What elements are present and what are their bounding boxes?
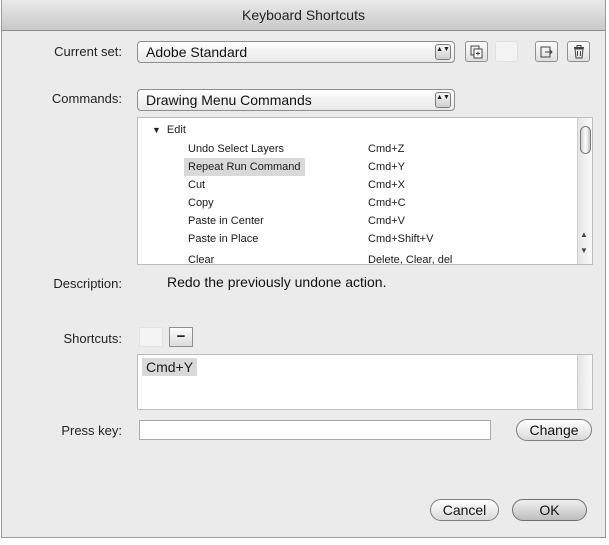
list-item[interactable]: Paste in Place Cmd+Shift+V	[188, 230, 568, 248]
change-button[interactable]: Change	[516, 419, 592, 441]
ok-button[interactable]: OK	[512, 499, 587, 521]
current-set-label: Current set:	[54, 44, 122, 59]
press-key-label: Press key:	[61, 423, 122, 438]
commands-label: Commands:	[51, 91, 122, 106]
command-shortcut: Cmd+V	[368, 215, 405, 227]
scrollbar-thumb[interactable]	[580, 126, 591, 154]
command-name: Undo Select Layers	[188, 143, 284, 155]
list-item[interactable]: Paste in Center Cmd+V	[188, 212, 568, 230]
scroll-down-arrow-icon[interactable]: ▼	[580, 246, 588, 255]
add-shortcut-button[interactable]: +	[139, 327, 163, 347]
list-item[interactable]: Clear Delete, Clear, del	[188, 251, 568, 265]
command-shortcut: Cmd+X	[368, 179, 405, 191]
description-text: Redo the previously undone action.	[167, 274, 387, 290]
export-set-icon	[540, 46, 553, 58]
keyboard-shortcuts-dialog: Keyboard Shortcuts Current set: Adobe St…	[1, 0, 606, 538]
command-name: Paste in Place	[188, 233, 259, 245]
list-item[interactable]: Cut Cmd+X	[188, 176, 568, 194]
shortcuts-scrollbar[interactable]	[577, 355, 592, 409]
window-title: Keyboard Shortcuts	[2, 0, 605, 31]
remove-shortcut-button[interactable]: −	[169, 327, 193, 347]
disclosure-triangle-icon[interactable]: ▼	[152, 125, 161, 135]
shortcut-entry[interactable]: Cmd+Y	[142, 358, 198, 376]
current-set-value: Adobe Standard	[146, 44, 248, 60]
list-item[interactable]: Undo Select Layers Cmd+Z	[188, 140, 568, 158]
delete-set-button[interactable]	[567, 41, 590, 62]
export-set-button[interactable]	[535, 41, 558, 62]
command-shortcut: Cmd+Y	[368, 161, 405, 173]
command-name: Copy	[188, 197, 214, 209]
commands-popup[interactable]: Drawing Menu Commands ▲▼	[137, 89, 455, 111]
command-shortcut: Cmd+Shift+V	[368, 233, 434, 245]
command-shortcut: Cmd+Z	[368, 143, 405, 155]
list-item-selected[interactable]: Repeat Run Command Cmd+Y	[184, 158, 568, 176]
commands-stepper-icon: ▲▼	[435, 92, 451, 108]
command-name: Cut	[188, 179, 206, 191]
duplicate-set-button[interactable]	[465, 41, 488, 62]
trash-icon	[574, 45, 584, 59]
commands-value: Drawing Menu Commands	[146, 92, 312, 108]
commands-list[interactable]: ▼ Edit Undo Select Layers Cmd+Z Repeat Ru…	[137, 117, 593, 265]
command-shortcut: Cmd+C	[368, 197, 406, 209]
scroll-up-arrow-icon[interactable]: ▲	[580, 230, 588, 239]
list-item[interactable]: Copy Cmd+C	[188, 194, 568, 212]
current-set-popup[interactable]: Adobe Standard ▲▼	[137, 41, 455, 63]
duplicate-set-icon	[470, 45, 483, 59]
press-key-field[interactable]	[139, 420, 491, 440]
command-shortcut: Delete, Clear, del	[368, 254, 453, 265]
command-name: Paste in Center	[188, 215, 264, 227]
shortcuts-list[interactable]: Cmd+Y	[137, 354, 593, 410]
description-label: Description:	[53, 276, 122, 291]
cancel-button[interactable]: Cancel	[430, 499, 499, 521]
command-name: Clear	[188, 254, 215, 265]
commands-scrollbar[interactable]: ▲ ▼	[577, 118, 592, 264]
group-edit[interactable]: ▼ Edit	[152, 124, 186, 136]
group-label: Edit	[166, 124, 186, 136]
rename-set-button[interactable]	[495, 41, 518, 62]
command-name: Repeat Run Command	[184, 158, 305, 176]
shortcuts-label: Shortcuts:	[63, 331, 122, 346]
current-set-stepper-icon: ▲▼	[435, 44, 451, 60]
